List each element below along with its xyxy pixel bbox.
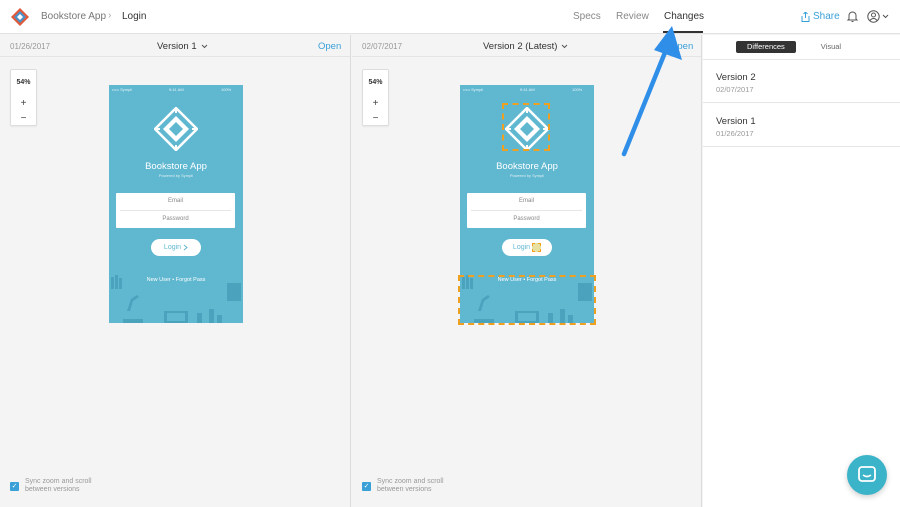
share-icon: [801, 11, 810, 22]
bookshelf-illustration-icon: [111, 275, 241, 323]
sync-label-line2: between versions: [377, 486, 432, 493]
chevron-down-icon: [201, 44, 207, 49]
status-bar: ••••• Sympli 9:41 AM 100%: [109, 85, 243, 93]
view-mode-toggle: Differences Visual: [736, 41, 852, 53]
version-label: Version 2 (Latest): [483, 41, 558, 52]
status-battery: 100%: [221, 87, 232, 92]
version-1-panel: 01/26/2017 Version 1 Open 54% + − ••••• …: [0, 35, 351, 507]
status-bar: ••••• Sympli 9:41 AM 100%: [460, 85, 594, 93]
chevron-down-icon: [562, 44, 568, 49]
version-name: Version 1: [716, 116, 756, 127]
status-carrier: ••••• Sympli: [463, 87, 484, 92]
zoom-level: 54%: [16, 79, 31, 86]
chevron-right-icon: [183, 244, 188, 251]
tab-review[interactable]: Review: [616, 11, 649, 22]
app-title: Bookstore App: [145, 161, 207, 172]
status-time: 9:41 AM: [169, 87, 184, 92]
form-divider: [120, 210, 231, 211]
breadcrumb-page: Login: [122, 11, 147, 22]
changed-arrow-icon: [532, 243, 542, 252]
version-date: 01/26/2017: [10, 42, 51, 51]
login-button: Login: [151, 239, 201, 256]
sync-label: Sync zoom and scroll between versions: [25, 478, 92, 494]
open-button[interactable]: Open: [670, 41, 693, 52]
open-button[interactable]: Open: [318, 41, 341, 52]
tab-specs[interactable]: Specs: [573, 11, 601, 22]
password-field: Password: [162, 216, 189, 222]
app-logo-icon: [154, 107, 198, 151]
status-time: 9:41 AM: [520, 87, 535, 92]
zoom-in-button[interactable]: +: [363, 98, 388, 109]
zoom-control: 54% + −: [10, 69, 37, 126]
sync-label-line1: Sync zoom and scroll: [377, 478, 444, 485]
zoom-level: 54%: [368, 79, 383, 86]
panel-header: 01/26/2017 Version 1 Open: [0, 35, 350, 57]
password-field: Password: [513, 216, 540, 222]
form-divider: [471, 210, 582, 211]
breadcrumb-app[interactable]: Bookstore App: [41, 11, 106, 22]
share-button[interactable]: Share: [801, 11, 840, 22]
app-subtitle: Powered by Sympli: [509, 173, 545, 178]
version-label: Version 1: [157, 41, 197, 52]
login-label: Login: [163, 244, 182, 251]
login-form: Email Password: [467, 193, 586, 228]
login-form: Email Password: [116, 193, 235, 228]
zoom-out-button[interactable]: −: [363, 113, 388, 124]
email-field: Email: [167, 198, 183, 204]
chat-launcher-button[interactable]: [847, 455, 887, 495]
version-selector[interactable]: Version 2 (Latest): [483, 41, 568, 52]
chevron-down-icon: [882, 14, 889, 19]
sync-zoom-scroll[interactable]: ✓ Sync zoom and scroll between versions: [362, 478, 444, 494]
version-list-item[interactable]: Version 1 01/26/2017: [703, 104, 900, 147]
sync-label: Sync zoom and scroll between versions: [377, 478, 444, 494]
breadcrumb-separator-icon: ›: [108, 10, 112, 21]
app-title: Bookstore App: [496, 161, 558, 172]
account-menu[interactable]: [867, 10, 889, 23]
version-date: 02/07/2017: [362, 42, 403, 51]
top-bar: Bookstore App › Login Specs Review Chang…: [0, 0, 900, 34]
diff-highlight-illustration[interactable]: [458, 275, 596, 325]
mode-visual[interactable]: Visual: [810, 41, 852, 53]
login-label: Login: [512, 244, 531, 251]
version-date: 01/26/2017: [716, 129, 754, 138]
diff-highlight-logo[interactable]: [502, 103, 550, 151]
mode-differences[interactable]: Differences: [736, 41, 796, 53]
version-date: 02/07/2017: [716, 85, 754, 94]
panel-header: 02/07/2017 Version 2 (Latest) Open: [352, 35, 701, 57]
login-button: Login: [502, 239, 552, 256]
app-subtitle: Powered by Sympli: [158, 173, 194, 178]
email-field: Email: [518, 198, 534, 204]
user-avatar-icon: [867, 10, 880, 23]
active-tab-indicator: [663, 31, 703, 33]
version-selector[interactable]: Version 1: [157, 41, 208, 52]
sync-label-line2: between versions: [25, 486, 80, 493]
sync-checkbox[interactable]: ✓: [362, 482, 371, 491]
changes-sidebar: Differences Visual Version 2 02/07/2017 …: [703, 35, 900, 507]
sync-checkbox[interactable]: ✓: [10, 482, 19, 491]
sync-label-line1: Sync zoom and scroll: [25, 478, 92, 485]
version-2-panel: 02/07/2017 Version 2 (Latest) Open 54% +…: [352, 35, 702, 507]
status-battery: 100%: [572, 87, 583, 92]
zoom-control: 54% + −: [362, 69, 389, 126]
sync-zoom-scroll[interactable]: ✓ Sync zoom and scroll between versions: [10, 478, 92, 494]
status-carrier: ••••• Sympli: [112, 87, 133, 92]
tab-changes[interactable]: Changes: [664, 11, 704, 22]
zoom-in-button[interactable]: +: [11, 98, 36, 109]
chat-icon: [858, 466, 876, 482]
version-name: Version 2: [716, 72, 756, 83]
login-screen-artboard[interactable]: ••••• Sympli 9:41 AM 100% Bookstore App …: [109, 85, 243, 323]
bell-icon[interactable]: [846, 10, 859, 23]
version-list-item[interactable]: Version 2 02/07/2017: [703, 60, 900, 103]
zoom-out-button[interactable]: −: [11, 113, 36, 124]
share-label: Share: [813, 11, 840, 22]
sympli-logo-icon[interactable]: [11, 8, 29, 26]
